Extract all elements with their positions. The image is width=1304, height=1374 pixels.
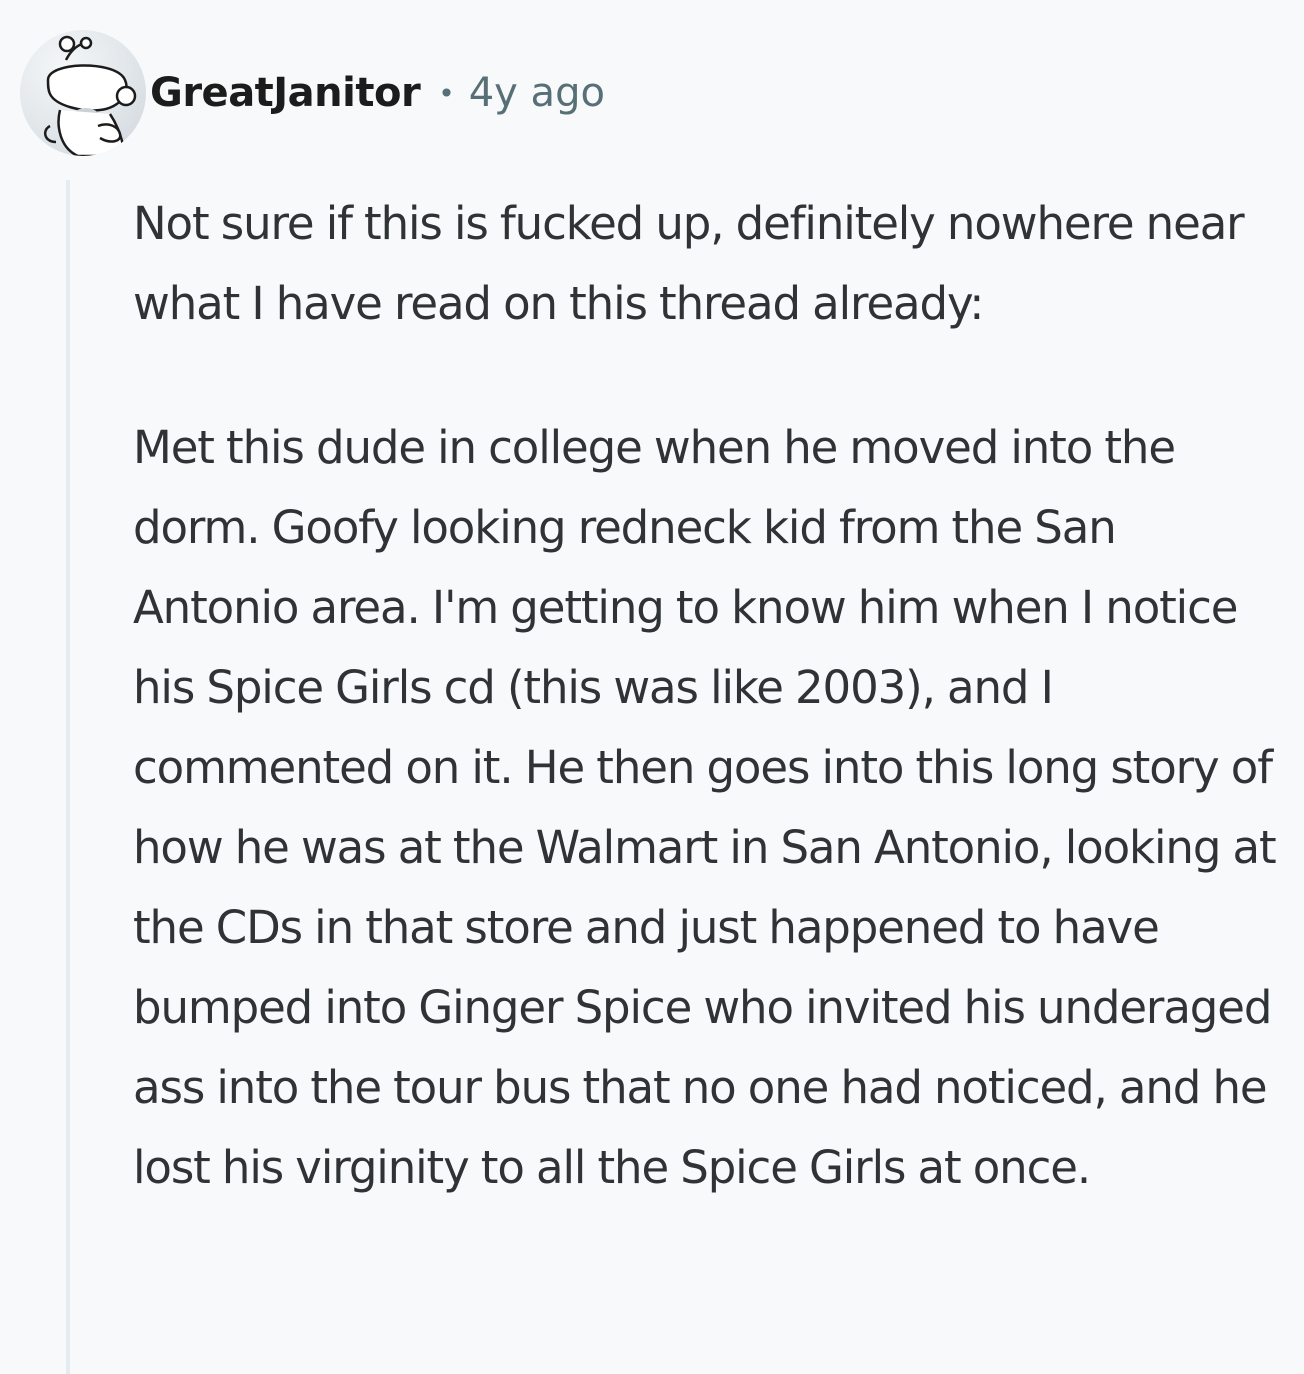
meta-separator: •: [438, 76, 455, 110]
avatar[interactable]: [20, 30, 146, 156]
comment-paragraph: Not sure if this is fucked up, definitel…: [133, 197, 1245, 330]
username[interactable]: GreatJanitor: [150, 70, 421, 116]
timestamp[interactable]: 4y ago: [469, 70, 605, 116]
thread-line[interactable]: [66, 180, 70, 1374]
comment-body: Not sure if this is fucked up, definitel…: [133, 184, 1293, 1208]
snoo-avatar-icon: [43, 35, 137, 156]
comment: GreatJanitor • 4y ago Not sure if this i…: [0, 0, 1304, 1374]
comment-paragraph: Met this dude in college when he moved i…: [133, 421, 1277, 1194]
comment-header: GreatJanitor • 4y ago: [20, 30, 605, 156]
